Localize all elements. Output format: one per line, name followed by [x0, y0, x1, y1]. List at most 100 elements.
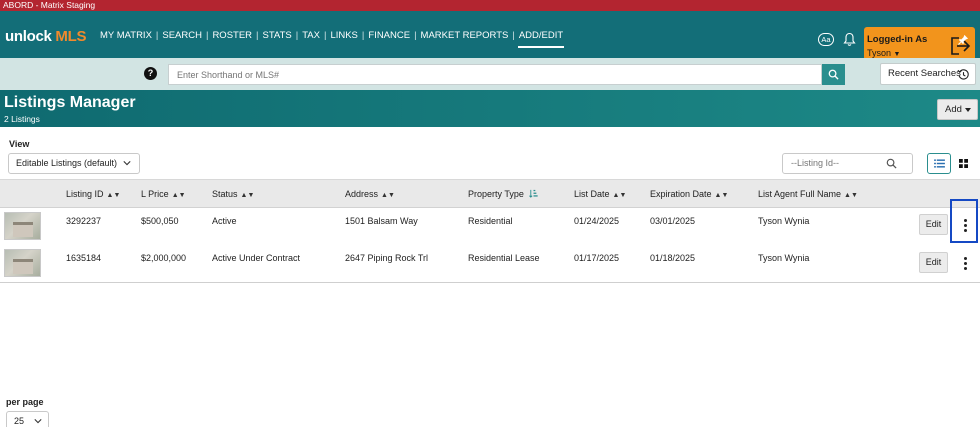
- view-select[interactable]: Editable Listings (default): [8, 153, 140, 174]
- per-page-select[interactable]: 25: [6, 411, 49, 427]
- edit-button[interactable]: Edit: [919, 252, 948, 273]
- sort-icon: ▲▼: [612, 192, 627, 199]
- logo-text-unlock: unlock: [5, 28, 52, 45]
- column-label: Status: [212, 189, 238, 199]
- history-icon: [957, 69, 969, 80]
- caret-down-icon: [965, 108, 971, 112]
- top-navigation-bar: unlock MLS MY MATRIX | SEARCH | ROSTER | ST…: [0, 11, 980, 65]
- sort-icon: ▲▼: [240, 192, 255, 199]
- sort-icon: ▲▼: [714, 192, 729, 199]
- table-row: 3292237 $500,050 Active 1501 Balsam Way …: [0, 208, 980, 246]
- column-label: List Date: [574, 189, 610, 199]
- cell-price: $2,000,000: [141, 253, 187, 263]
- cell-agent-name: Tyson Wynia: [758, 216, 810, 226]
- column-header-agent-name[interactable]: List Agent Full Name ▲▼: [758, 189, 858, 199]
- column-header-address[interactable]: Address ▲▼: [345, 189, 395, 199]
- chevron-down-icon: [34, 419, 42, 424]
- main-nav-menu: MY MATRIX | SEARCH | ROSTER | STATS | TAX | L…: [96, 30, 567, 48]
- cell-address: 1501 Balsam Way: [345, 216, 418, 226]
- add-label: Add: [945, 104, 962, 115]
- cell-agent-name: Tyson Wynia: [758, 253, 810, 263]
- cell-price: $500,050: [141, 216, 179, 226]
- add-listing-dropdown[interactable]: Add: [937, 99, 978, 120]
- nav-search[interactable]: SEARCH: [158, 30, 206, 41]
- pin-icon[interactable]: [958, 34, 969, 45]
- environment-title-bar: ABORD - Matrix Staging: [0, 0, 980, 11]
- column-label: List Agent Full Name: [758, 189, 842, 199]
- column-label: Address: [345, 189, 379, 199]
- nav-stats[interactable]: STATS: [259, 30, 296, 41]
- focus-highlight: [950, 199, 978, 243]
- nav-tax[interactable]: TAX: [298, 30, 324, 41]
- search-button[interactable]: [822, 64, 845, 85]
- column-header-expiration-date[interactable]: Expiration Date ▲▼: [650, 189, 728, 199]
- caret-down-icon: ▼: [893, 51, 901, 58]
- more-options-icon[interactable]: [958, 253, 972, 271]
- list-view-icon: [934, 159, 945, 168]
- view-label: View: [9, 139, 30, 149]
- nav-roster[interactable]: ROSTER: [208, 30, 256, 41]
- sort-ascending-icon: [529, 189, 539, 198]
- cell-listing-id: 3292237: [66, 216, 102, 226]
- unlock-mls-logo[interactable]: unlock MLS: [5, 28, 86, 45]
- list-view-button[interactable]: [927, 153, 951, 174]
- logged-in-username-text: Tyson: [867, 48, 892, 58]
- shorthand-search-input[interactable]: [168, 64, 822, 85]
- per-page-label: per page: [6, 397, 44, 407]
- nav-finance[interactable]: FINANCE: [364, 30, 414, 41]
- table-row: 1635184 $2,000,000 Active Under Contract…: [0, 245, 980, 283]
- page-title: Listings Manager: [4, 94, 136, 111]
- listing-photo-thumbnail[interactable]: [4, 249, 41, 277]
- sort-icon: ▲▼: [171, 192, 186, 199]
- cell-listing-id: 1635184: [66, 253, 102, 263]
- help-icon[interactable]: ?: [144, 67, 157, 80]
- grid-view-button[interactable]: [953, 153, 975, 174]
- environment-title: ABORD - Matrix Staging: [3, 0, 96, 10]
- recent-searches-label: Recent Searches: [888, 68, 961, 79]
- nav-my-matrix[interactable]: MY MATRIX: [96, 30, 156, 41]
- nav-add-edit[interactable]: ADD/EDIT: [515, 30, 567, 48]
- search-icon: [828, 69, 839, 80]
- quick-search-bar: ? Recent Searches: [0, 58, 980, 90]
- cell-status: Active: [212, 216, 237, 226]
- cell-property-type: Residential: [468, 216, 513, 226]
- column-header-listing-id[interactable]: Listing ID ▲▼: [66, 189, 120, 199]
- listings-count: 2 Listings: [4, 114, 40, 124]
- sort-icon: ▲▼: [381, 192, 395, 199]
- sort-icon: ▲▼: [844, 192, 858, 199]
- logged-in-label: Logged-in As: [867, 34, 928, 45]
- cell-address: 2647 Piping Rock Trl: [345, 253, 429, 263]
- search-icon: [886, 158, 897, 169]
- font-size-button[interactable]: Aa: [818, 33, 834, 46]
- cell-expiration-date: 03/01/2025: [650, 216, 696, 226]
- listing-id-search-field[interactable]: --Listing Id--: [782, 153, 913, 174]
- listing-id-placeholder: --Listing Id--: [791, 158, 840, 168]
- page-header-banner: Listings Manager 2 Listings Add: [0, 90, 980, 127]
- cell-expiration-date: 01/18/2025: [650, 253, 696, 263]
- recent-searches-button[interactable]: Recent Searches: [880, 63, 976, 85]
- per-page-value: 25: [14, 416, 25, 426]
- edit-button[interactable]: Edit: [919, 214, 948, 235]
- logged-in-username[interactable]: Tyson ▼: [867, 48, 900, 58]
- column-label: Property Type: [468, 189, 524, 199]
- column-label: L Price: [141, 189, 169, 199]
- cell-list-date: 01/17/2025: [574, 253, 620, 263]
- column-header-price[interactable]: L Price ▲▼: [141, 189, 186, 199]
- column-header-property-type[interactable]: Property Type: [468, 189, 539, 199]
- nav-links[interactable]: LINKS: [326, 30, 361, 41]
- cell-property-type: Residential Lease: [468, 253, 540, 263]
- sort-icon: ▲▼: [106, 192, 121, 199]
- cell-list-date: 01/24/2025: [574, 216, 620, 226]
- grid-view-icon: [959, 159, 968, 168]
- column-header-status[interactable]: Status ▲▼: [212, 189, 254, 199]
- listing-photo-thumbnail[interactable]: [4, 212, 41, 240]
- logo-text-mls: MLS: [55, 28, 87, 45]
- listings-table-header: Listing ID ▲▼ L Price ▲▼ Status ▲▼ Address ▲…: [0, 179, 980, 208]
- column-label: Expiration Date: [650, 189, 712, 199]
- column-label: Listing ID: [66, 189, 104, 199]
- cell-status: Active Under Contract: [212, 253, 301, 263]
- column-header-list-date[interactable]: List Date ▲▼: [574, 189, 626, 199]
- bell-icon[interactable]: [843, 32, 856, 47]
- nav-market-reports[interactable]: MARKET REPORTS: [417, 30, 513, 41]
- view-select-value: Editable Listings (default): [16, 158, 118, 168]
